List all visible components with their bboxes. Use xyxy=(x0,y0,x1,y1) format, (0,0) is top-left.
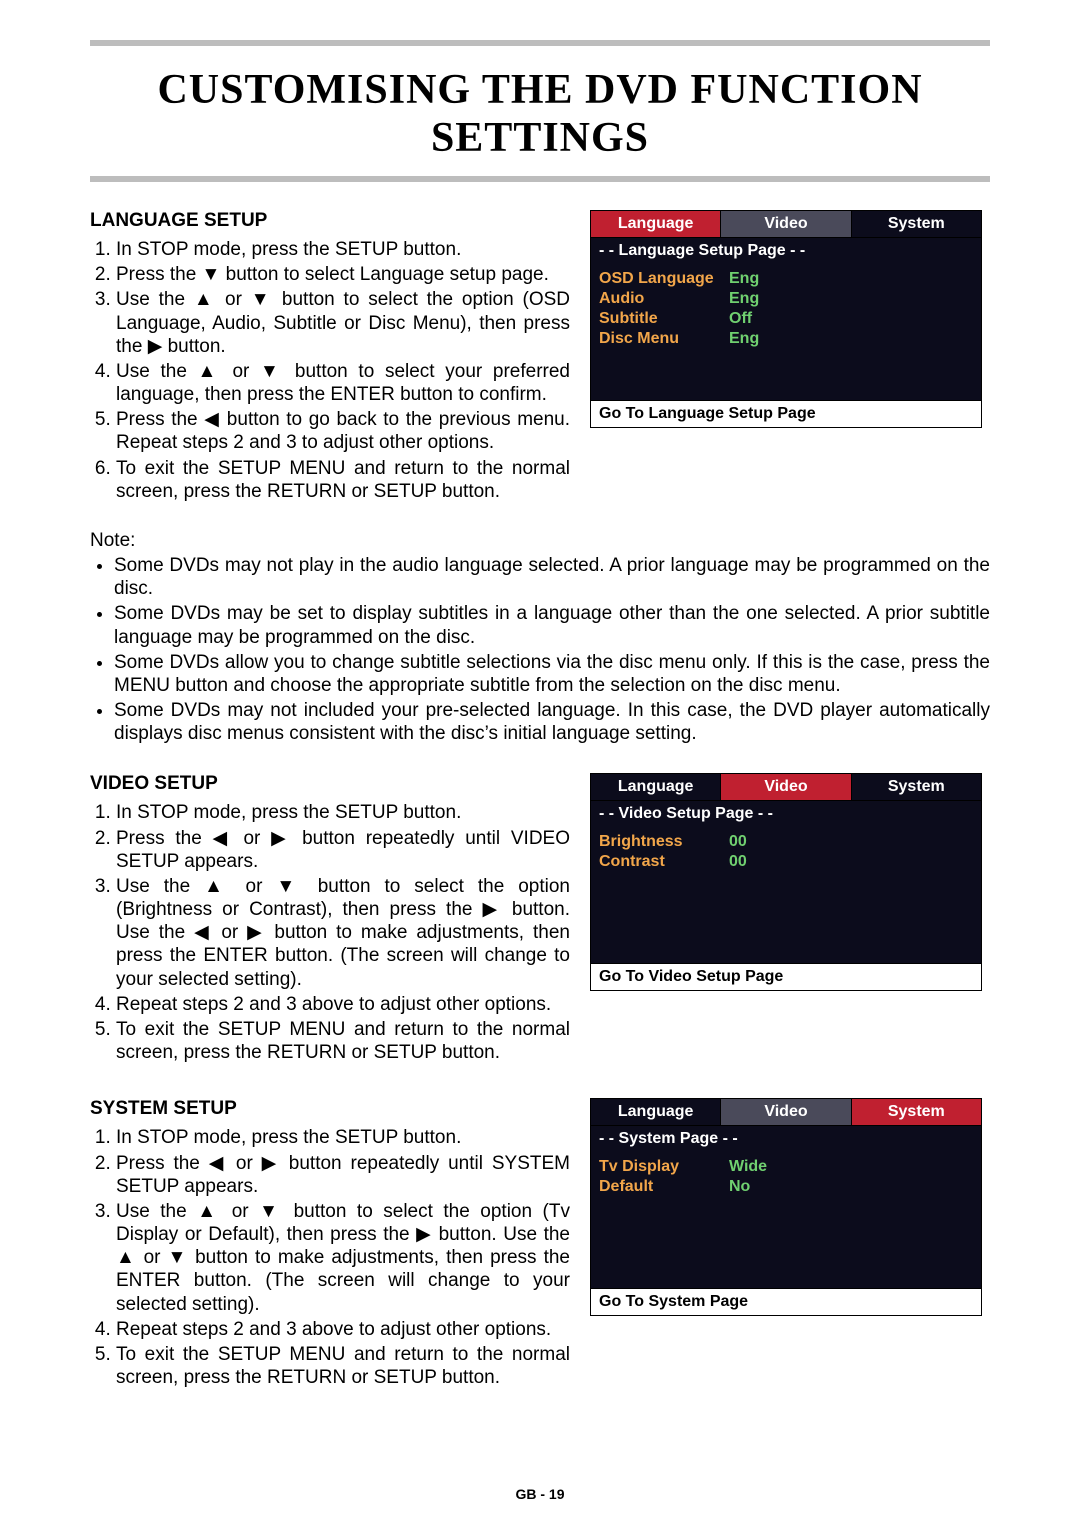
lang-step-6: To exit the SETUP MENU and return to the… xyxy=(116,457,570,503)
language-osd-tabs: Language Video System xyxy=(591,211,981,238)
video-setup-steps: In STOP mode, press the SETUP button. Pr… xyxy=(90,801,570,1064)
lang-step-2: Press the ▼ button to select Language se… xyxy=(116,263,570,286)
video-step-1: In STOP mode, press the SETUP button. xyxy=(116,801,570,824)
tab-video: Video xyxy=(721,211,851,237)
osd-key: Audio xyxy=(599,290,729,308)
video-step-4: Repeat steps 2 and 3 above to adjust oth… xyxy=(116,993,570,1016)
manual-page: CUSTOMISING THE DVD FUNCTION SETTINGS LA… xyxy=(0,0,1080,1532)
osd-val: Wide xyxy=(729,1158,767,1176)
note-item: Some DVDs may be set to display subtitle… xyxy=(114,602,990,648)
language-setup-heading: LANGUAGE SETUP xyxy=(90,210,570,232)
osd-val: Eng xyxy=(729,290,759,308)
page-footer: GB - 19 xyxy=(0,1486,1080,1502)
osd-key: Subtitle xyxy=(599,310,729,328)
video-osd-panel: Language Video System - - Video Setup Pa… xyxy=(590,773,982,991)
tab-language: Language xyxy=(591,211,721,237)
video-step-5: To exit the SETUP MENU and return to the… xyxy=(116,1018,570,1064)
video-osd-footer: Go To Video Setup Page xyxy=(591,963,981,990)
system-osd-body: Tv DisplayWide DefaultNo xyxy=(591,1152,981,1288)
system-setup-section: SYSTEM SETUP In STOP mode, press the SET… xyxy=(90,1098,990,1395)
video-step-3: Use the ▲ or ▼ button to select the opti… xyxy=(116,875,570,991)
language-osd-footer: Go To Language Setup Page xyxy=(591,400,981,427)
osd-key: Tv Display xyxy=(599,1158,729,1176)
note-item: Some DVDs may not play in the audio lang… xyxy=(114,554,990,600)
system-step-3: Use the ▲ or ▼ button to select the opti… xyxy=(116,1200,570,1316)
language-osd-body: OSD LanguageEng AudioEng SubtitleOff Dis… xyxy=(591,264,981,400)
language-osd-subhead: - - Language Setup Page - - xyxy=(591,238,981,264)
tab-system: System xyxy=(852,1099,981,1125)
osd-val: Eng xyxy=(729,330,759,348)
video-step-2: Press the ◀ or ▶ button repeatedly until… xyxy=(116,827,570,873)
language-notes-list: Some DVDs may not play in the audio lang… xyxy=(90,554,990,745)
tab-video: Video xyxy=(721,774,851,800)
system-step-2: Press the ◀ or ▶ button repeatedly until… xyxy=(116,1152,570,1198)
note-item: Some DVDs may not included your pre-sele… xyxy=(114,699,990,745)
language-setup-steps: In STOP mode, press the SETUP button. Pr… xyxy=(90,238,570,503)
osd-val: Eng xyxy=(729,270,759,288)
lang-step-3: Use the ▲ or ▼ button to select the opti… xyxy=(116,288,570,358)
video-setup-heading: VIDEO SETUP xyxy=(90,773,570,795)
osd-key: Disc Menu xyxy=(599,330,729,348)
video-setup-section: VIDEO SETUP In STOP mode, press the SETU… xyxy=(90,773,990,1070)
tab-language: Language xyxy=(591,774,721,800)
system-osd-footer: Go To System Page xyxy=(591,1288,981,1315)
system-step-1: In STOP mode, press the SETUP button. xyxy=(116,1126,570,1149)
osd-val: 00 xyxy=(729,833,747,851)
system-setup-steps: In STOP mode, press the SETUP button. Pr… xyxy=(90,1126,570,1389)
system-osd-panel: Language Video System - - System Page - … xyxy=(590,1098,982,1316)
page-title: CUSTOMISING THE DVD FUNCTION SETTINGS xyxy=(90,66,990,162)
video-osd-tabs: Language Video System xyxy=(591,774,981,801)
tab-video: Video xyxy=(721,1099,851,1125)
lang-step-5: Press the ◀ button to go back to the pre… xyxy=(116,408,570,454)
tab-system: System xyxy=(852,774,981,800)
osd-key: Contrast xyxy=(599,853,729,871)
osd-val: Off xyxy=(729,310,752,328)
system-setup-heading: SYSTEM SETUP xyxy=(90,1098,570,1120)
lang-step-4: Use the ▲ or ▼ button to select your pre… xyxy=(116,360,570,406)
bottom-band xyxy=(90,176,990,182)
system-step-5: To exit the SETUP MENU and return to the… xyxy=(116,1343,570,1389)
system-osd-tabs: Language Video System xyxy=(591,1099,981,1126)
osd-key: Default xyxy=(599,1178,729,1196)
system-step-4: Repeat steps 2 and 3 above to adjust oth… xyxy=(116,1318,570,1341)
osd-val: No xyxy=(729,1178,750,1196)
note-label: Note: xyxy=(90,530,135,551)
system-osd-subhead: - - System Page - - xyxy=(591,1126,981,1152)
language-setup-section: LANGUAGE SETUP In STOP mode, press the S… xyxy=(90,210,990,745)
tab-system: System xyxy=(852,211,981,237)
language-osd-panel: Language Video System - - Language Setup… xyxy=(590,210,982,428)
lang-step-1: In STOP mode, press the SETUP button. xyxy=(116,238,570,261)
osd-val: 00 xyxy=(729,853,747,871)
top-band xyxy=(90,40,990,46)
video-osd-body: Brightness00 Contrast00 xyxy=(591,827,981,963)
note-item: Some DVDs allow you to change subtitle s… xyxy=(114,651,990,697)
osd-key: OSD Language xyxy=(599,270,729,288)
tab-language: Language xyxy=(591,1099,721,1125)
language-notes: Note: Some DVDs may not play in the audi… xyxy=(90,529,990,746)
osd-key: Brightness xyxy=(599,833,729,851)
video-osd-subhead: - - Video Setup Page - - xyxy=(591,801,981,827)
